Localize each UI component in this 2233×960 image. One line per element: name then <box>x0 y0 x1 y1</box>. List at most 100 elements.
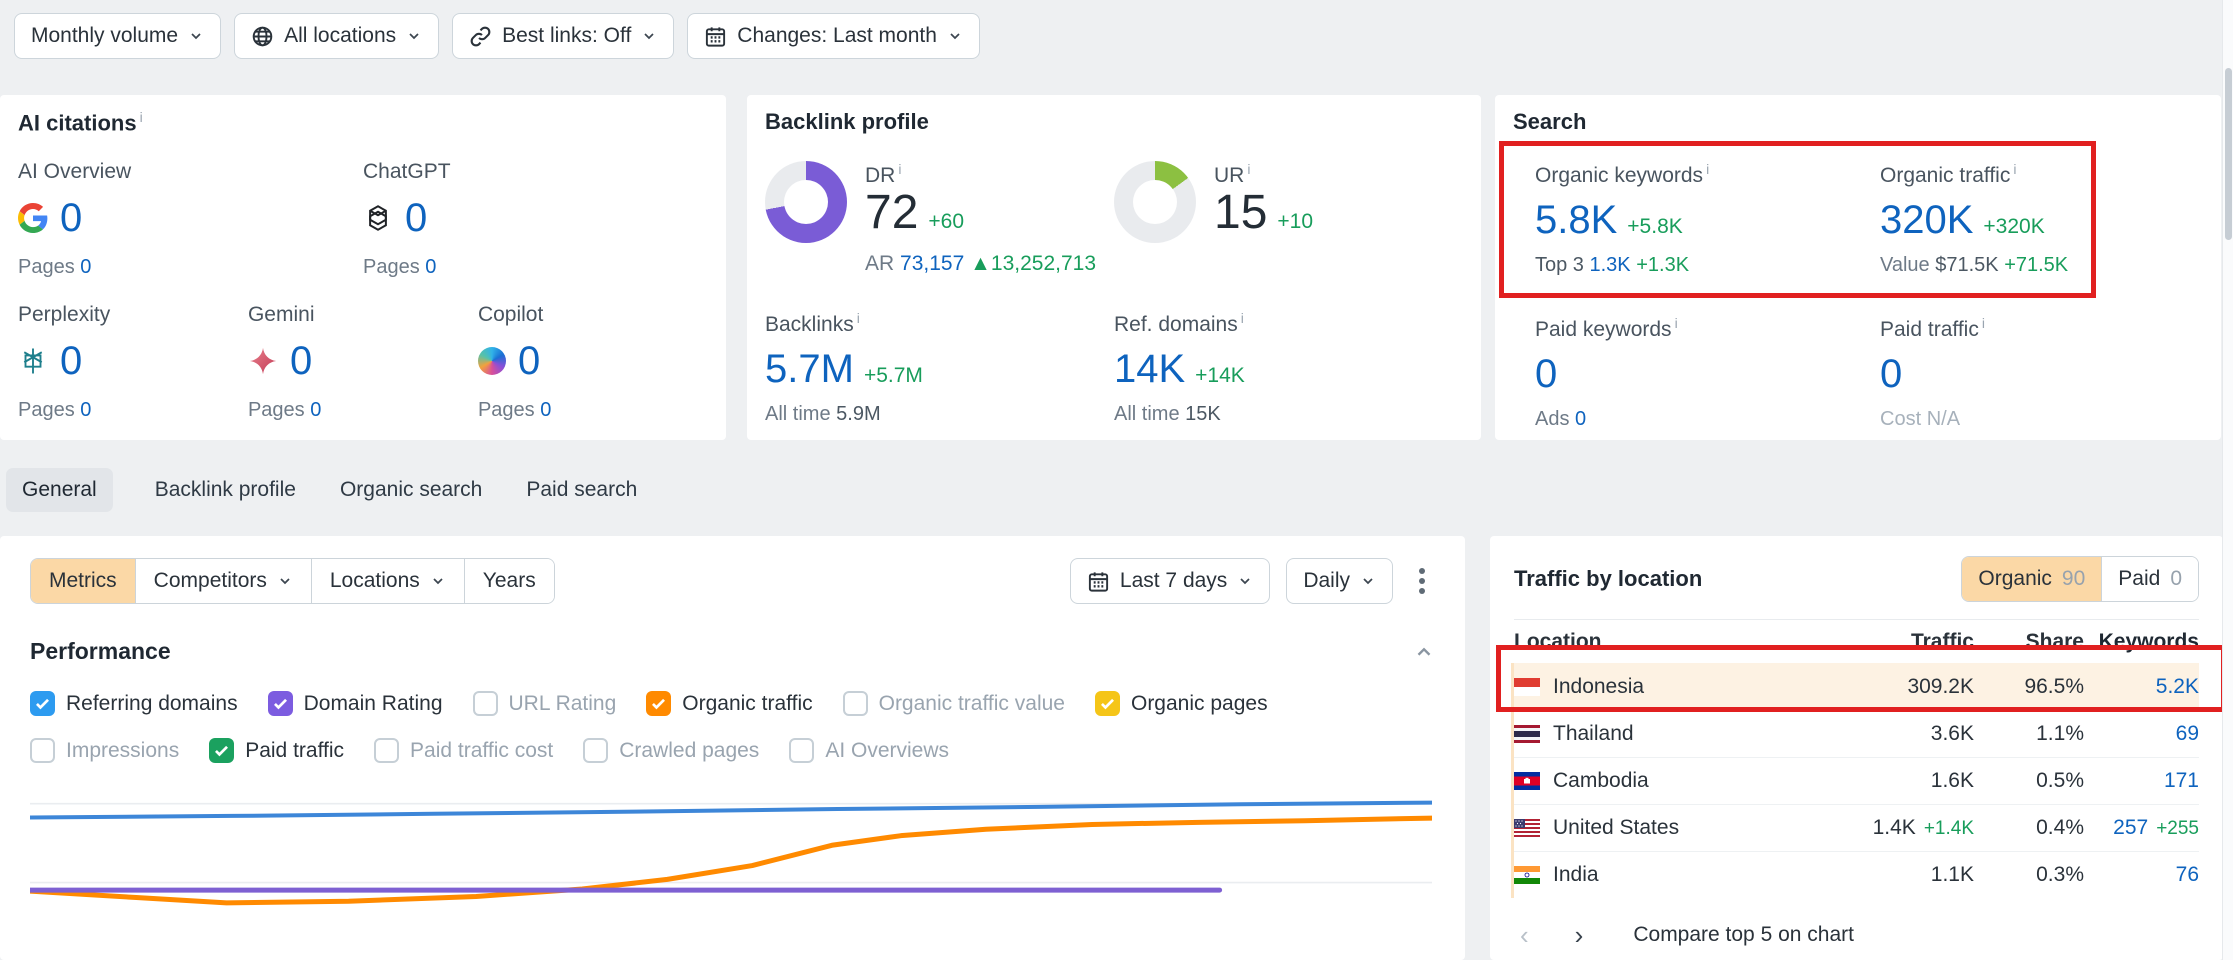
segment-competitors[interactable]: Competitors <box>135 559 311 603</box>
ai-overview-value: 0 <box>60 198 82 238</box>
pages-count-link[interactable]: 0 <box>80 256 91 278</box>
info-icon[interactable]: i <box>1982 315 1985 331</box>
pages-count-link[interactable]: 0 <box>310 399 321 421</box>
chevron-down-icon <box>188 28 204 44</box>
info-icon[interactable]: i <box>1241 310 1244 326</box>
volume-filter-dropdown[interactable]: Monthly volume <box>14 13 221 59</box>
performance-title: Performance <box>30 638 171 665</box>
flag-united-states <box>1514 819 1540 837</box>
ar-value-link[interactable]: 73,157 <box>900 252 964 275</box>
segment-years[interactable]: Years <box>464 559 554 603</box>
ref-domains-value[interactable]: 14K+14K <box>1114 349 1463 389</box>
ads-count-link[interactable]: 0 <box>1575 408 1586 430</box>
previous-page-chevron-icon[interactable]: ‹ <box>1514 922 1535 948</box>
ur-label: URi <box>1214 161 1313 188</box>
info-icon[interactable]: i <box>898 161 901 177</box>
checkbox-organic-pages[interactable]: Organic pages <box>1095 691 1268 716</box>
table-row-thailand[interactable]: Thailand 3.6K 1.1% 69 <box>1514 710 2199 757</box>
locations-filter-dropdown[interactable]: All locations <box>234 13 439 59</box>
tab-organic-search[interactable]: Organic search <box>338 468 484 512</box>
organic-traffic-value[interactable]: 320K+320K <box>1880 200 2203 240</box>
table-row-cambodia[interactable]: Cambodia 1.6K 0.5% 171 <box>1514 757 2199 804</box>
checkbox-organic-traffic-value[interactable]: Organic traffic value <box>843 691 1065 716</box>
toggle-paid[interactable]: Paid0 <box>2101 557 2198 601</box>
gemini-value: 0 <box>290 341 312 381</box>
top3-line: Top 3 1.3K +1.3K <box>1535 254 1858 277</box>
paid-traffic-value[interactable]: 0 <box>1880 354 2203 394</box>
info-icon[interactable]: i <box>1247 161 1250 177</box>
tab-paid-search[interactable]: Paid search <box>524 468 639 512</box>
collapse-chevron-up-icon[interactable] <box>1413 641 1435 663</box>
table-row-indonesia[interactable]: Indonesia 309.2K 96.5% 5.2K <box>1514 663 2199 710</box>
keywords-link[interactable]: 171 <box>2084 769 2199 793</box>
info-icon[interactable]: i <box>140 109 143 125</box>
checkbox-box[interactable] <box>843 691 868 716</box>
table-row-united-states[interactable]: United States 1.4K+1.4K 0.4% 257+255 <box>1514 804 2199 851</box>
checkbox-box[interactable] <box>646 691 671 716</box>
keywords-link[interactable]: 5.2K <box>2084 675 2199 699</box>
scrollbar-thumb[interactable] <box>2225 68 2232 240</box>
next-page-chevron-icon[interactable]: › <box>1569 922 1590 948</box>
backlinks-value[interactable]: 5.7M+5.7M <box>765 349 1114 389</box>
info-icon[interactable]: i <box>1675 315 1678 331</box>
segment-locations[interactable]: Locations <box>311 559 464 603</box>
checkbox-box[interactable] <box>1095 691 1120 716</box>
toggle-organic[interactable]: Organic90 <box>1962 557 2101 601</box>
best-links-filter-dropdown[interactable]: Best links: Off <box>452 13 674 59</box>
segment-metrics[interactable]: Metrics <box>31 559 135 603</box>
tab-backlink-profile[interactable]: Backlink profile <box>153 468 298 512</box>
keywords-link[interactable]: 69 <box>2084 722 2199 746</box>
ref-domains-alltime: All time 15K <box>1114 403 1463 426</box>
checkbox-box[interactable] <box>30 738 55 763</box>
performance-panel: Metrics Competitors Locations Years Last… <box>0 536 1465 960</box>
info-icon[interactable]: i <box>2013 161 2016 177</box>
checkbox-box[interactable] <box>374 738 399 763</box>
organic-keywords-metric: Organic keywordsi 5.8K+5.8K Top 3 1.3K +… <box>1513 161 1858 277</box>
more-options-kebab-icon[interactable] <box>1409 560 1435 602</box>
granularity-dropdown[interactable]: Daily <box>1286 558 1393 604</box>
checkbox-referring-domains[interactable]: Referring domains <box>30 691 238 716</box>
pages-count-link[interactable]: 0 <box>425 256 436 278</box>
compare-top5-link[interactable]: Compare top 5 on chart <box>1633 923 1854 947</box>
pages-count-link[interactable]: 0 <box>80 399 91 421</box>
chatgpt-metric: ChatGPT 0 Pages 0 <box>363 160 708 279</box>
organic-traffic-metric: Organic traffici 320K+320K Value $71.5K … <box>1858 161 2203 277</box>
checkbox-domain-rating[interactable]: Domain Rating <box>268 691 443 716</box>
checkbox-crawled-pages[interactable]: Crawled pages <box>583 738 759 763</box>
chevron-down-icon <box>1237 573 1253 589</box>
location-table-body: Indonesia 309.2K 96.5% 5.2K Thailand 3.6… <box>1511 663 2199 898</box>
checkbox-impressions[interactable]: Impressions <box>30 738 179 763</box>
organic-keywords-value[interactable]: 5.8K+5.8K <box>1535 200 1858 240</box>
info-icon[interactable]: i <box>1706 161 1709 177</box>
date-range-dropdown[interactable]: Last 7 days <box>1070 558 1270 604</box>
keywords-link[interactable]: 257 <box>2113 816 2148 839</box>
report-tabs: General Backlink profile Organic search … <box>6 468 639 512</box>
top3-value-link[interactable]: 1.3K <box>1590 254 1631 276</box>
checkbox-box[interactable] <box>789 738 814 763</box>
checkbox-box[interactable] <box>583 738 608 763</box>
performance-line-chart[interactable] <box>30 793 1432 960</box>
changes-filter-dropdown[interactable]: Changes: Last month <box>687 13 980 59</box>
google-g-icon <box>18 203 48 233</box>
checkbox-paid-traffic-cost[interactable]: Paid traffic cost <box>374 738 553 763</box>
table-row-india[interactable]: India 1.1K 0.3% 76 <box>1514 851 2199 898</box>
checkbox-box[interactable] <box>209 738 234 763</box>
keywords-link[interactable]: 76 <box>2084 863 2199 887</box>
organic-paid-toggle: Organic90 Paid0 <box>1961 556 2199 602</box>
checkbox-ai-overviews[interactable]: AI Overviews <box>789 738 949 763</box>
checkbox-box[interactable] <box>30 691 55 716</box>
info-icon[interactable]: i <box>857 310 860 326</box>
checkbox-paid-traffic[interactable]: Paid traffic <box>209 738 344 763</box>
checkbox-box[interactable] <box>473 691 498 716</box>
checkbox-organic-traffic[interactable]: Organic traffic <box>646 691 812 716</box>
ai-citations-card: AI citationsi AI Overview 0 Pages 0 Chat… <box>0 95 726 440</box>
checkbox-url-rating[interactable]: URL Rating <box>473 691 617 716</box>
paid-keywords-value[interactable]: 0 <box>1535 354 1858 394</box>
checkbox-box[interactable] <box>268 691 293 716</box>
dr-label: DRi <box>865 161 1096 188</box>
best-links-filter-label: Best links: Off <box>502 24 631 48</box>
paid-keywords-metric: Paid keywordsi 0 Ads 0 <box>1513 315 1858 431</box>
vertical-scrollbar[interactable] <box>2222 0 2233 960</box>
tab-general[interactable]: General <box>6 468 113 512</box>
pages-count-link[interactable]: 0 <box>540 399 551 421</box>
